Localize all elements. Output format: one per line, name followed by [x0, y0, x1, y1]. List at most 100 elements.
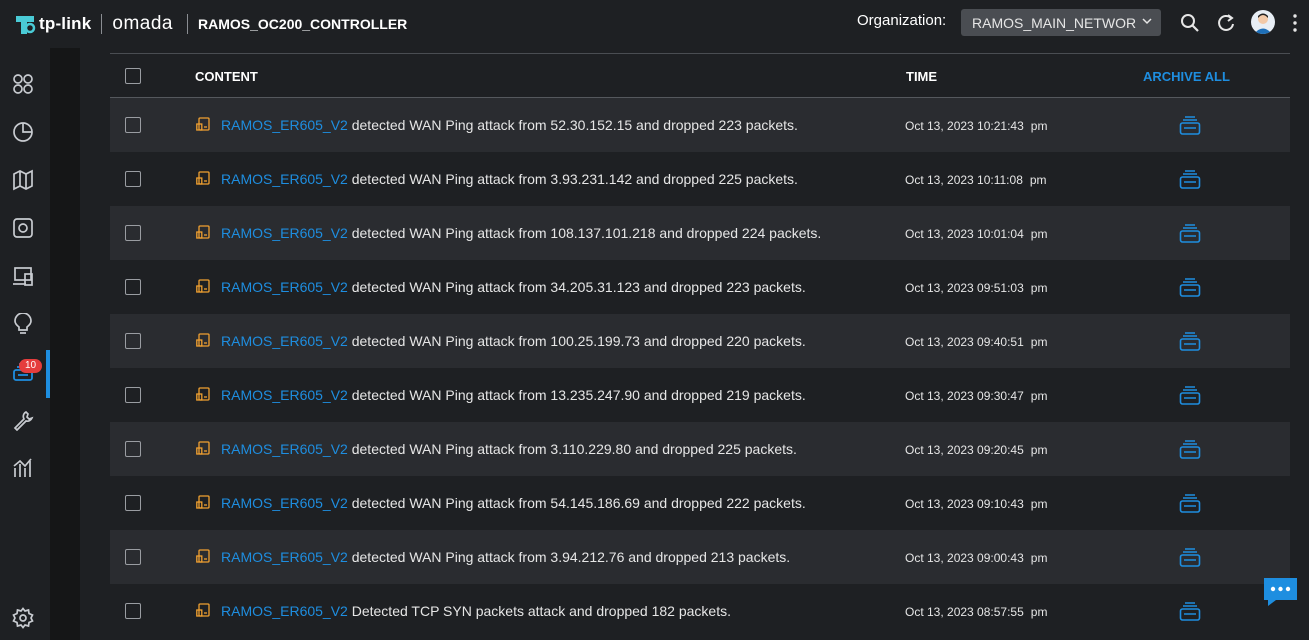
tp-link-logo: tp-link	[14, 12, 91, 36]
sidebar-item-insight[interactable]	[0, 302, 46, 346]
chevron-down-icon	[1142, 18, 1152, 25]
log-message: detected WAN Ping attack from 100.25.199…	[347, 333, 806, 349]
sidebar-item-logs[interactable]: 10	[0, 350, 50, 398]
log-ampm: pm	[1030, 389, 1048, 403]
table-row: RAMOS_ER605_V2 detected WAN Ping attack …	[110, 152, 1290, 206]
log-timestamp: Oct 13, 2023 09:00:43	[905, 551, 1024, 565]
log-time: Oct 13, 2023 10:11:08 pm	[905, 173, 1047, 187]
log-ampm: pm	[1030, 497, 1048, 511]
log-time: Oct 13, 2023 09:51:03 pm	[905, 281, 1047, 295]
log-ampm: pm	[1030, 605, 1048, 619]
log-ampm: pm	[1030, 551, 1048, 565]
row-checkbox[interactable]	[125, 441, 141, 457]
organization-select[interactable]: RAMOS_MAIN_NETWOR	[961, 9, 1161, 36]
log-ampm: pm	[1030, 281, 1048, 295]
log-time: Oct 13, 2023 09:00:43 pm	[905, 551, 1047, 565]
row-checkbox[interactable]	[125, 495, 141, 511]
log-timestamp: Oct 13, 2023 09:30:47	[905, 389, 1024, 403]
search-icon[interactable]	[1179, 12, 1201, 34]
table-row: RAMOS_ER605_V2 detected WAN Ping attack …	[110, 368, 1290, 422]
archive-icon[interactable]	[1179, 276, 1201, 298]
device-link[interactable]: RAMOS_ER605_V2	[221, 117, 348, 133]
reports-icon	[13, 458, 32, 477]
archive-icon[interactable]	[1179, 222, 1201, 244]
sidebar-item-dashboard[interactable]	[0, 62, 46, 106]
log-content: RAMOS_ER605_V2 Detected TCP SYN packets …	[221, 603, 731, 619]
sidebar-item-clients[interactable]	[0, 254, 46, 298]
log-content: RAMOS_ER605_V2 detected WAN Ping attack …	[221, 387, 806, 403]
brand-name: tp-link	[39, 14, 92, 33]
row-checkbox[interactable]	[125, 603, 141, 619]
gateway-device-icon	[196, 549, 210, 563]
device-link[interactable]: RAMOS_ER605_V2	[221, 603, 348, 619]
log-ampm: pm	[1029, 173, 1047, 187]
refresh-icon[interactable]	[1215, 12, 1237, 34]
insight-icon	[14, 313, 32, 334]
sidebar-item-reports[interactable]	[0, 446, 46, 490]
log-timestamp: Oct 13, 2023 09:20:45	[905, 443, 1024, 457]
log-content: RAMOS_ER605_V2 detected WAN Ping attack …	[221, 171, 798, 187]
sidebar-item-devices[interactable]	[0, 206, 46, 250]
archive-icon[interactable]	[1179, 114, 1201, 136]
row-checkbox[interactable]	[125, 279, 141, 295]
gateway-device-icon	[196, 171, 210, 185]
more-menu-icon[interactable]	[1293, 14, 1297, 32]
log-timestamp: Oct 13, 2023 09:51:03	[905, 281, 1024, 295]
logo-divider	[101, 14, 103, 34]
clients-icon	[13, 267, 33, 286]
row-checkbox[interactable]	[125, 225, 141, 241]
log-timestamp: Oct 13, 2023 10:01:04	[905, 227, 1024, 241]
log-message: detected WAN Ping attack from 3.93.231.1…	[347, 171, 798, 187]
device-link[interactable]: RAMOS_ER605_V2	[221, 441, 348, 457]
log-message: detected WAN Ping attack from 3.94.212.7…	[347, 549, 791, 565]
archive-icon[interactable]	[1179, 600, 1201, 622]
chat-icon[interactable]	[1262, 576, 1299, 608]
log-time: Oct 13, 2023 10:01:04 pm	[905, 227, 1047, 241]
row-checkbox[interactable]	[125, 387, 141, 403]
device-link[interactable]: RAMOS_ER605_V2	[221, 333, 348, 349]
sidebar-item-tools[interactable]	[0, 398, 46, 442]
log-content: RAMOS_ER605_V2 detected WAN Ping attack …	[221, 225, 821, 241]
row-checkbox[interactable]	[125, 333, 141, 349]
gateway-device-icon	[196, 441, 210, 455]
row-checkbox[interactable]	[125, 549, 141, 565]
select-all-checkbox[interactable]	[125, 68, 141, 84]
sidebar-item-settings[interactable]	[0, 596, 46, 640]
table-row: RAMOS_ER605_V2 detected WAN Ping attack …	[110, 314, 1290, 368]
log-ampm: pm	[1030, 443, 1048, 457]
avatar[interactable]	[1251, 10, 1275, 34]
row-checkbox[interactable]	[125, 171, 141, 187]
table-row: RAMOS_ER605_V2 detected WAN Ping attack …	[110, 530, 1290, 584]
archive-icon[interactable]	[1179, 168, 1201, 190]
log-timestamp: Oct 13, 2023 10:21:43	[905, 119, 1024, 133]
row-checkbox[interactable]	[125, 117, 141, 133]
sidebar-item-map[interactable]	[0, 158, 46, 202]
sidebar: 10	[0, 48, 50, 640]
column-header-content: CONTENT	[195, 69, 258, 84]
device-link[interactable]: RAMOS_ER605_V2	[221, 171, 348, 187]
log-message: Detected TCP SYN packets attack and drop…	[347, 603, 731, 619]
archive-icon[interactable]	[1179, 330, 1201, 352]
sidebar-item-statistics[interactable]	[0, 110, 46, 154]
log-time: Oct 13, 2023 09:10:43 pm	[905, 497, 1047, 511]
log-time: Oct 13, 2023 09:40:51 pm	[905, 335, 1047, 349]
devices-icon	[13, 218, 33, 238]
archive-icon[interactable]	[1179, 438, 1201, 460]
archive-icon[interactable]	[1179, 546, 1201, 568]
archive-icon[interactable]	[1179, 384, 1201, 406]
device-link[interactable]: RAMOS_ER605_V2	[221, 495, 348, 511]
table-row: RAMOS_ER605_V2 Detected TCP SYN packets …	[110, 584, 1290, 638]
gateway-device-icon	[196, 495, 210, 509]
device-link[interactable]: RAMOS_ER605_V2	[221, 225, 348, 241]
organization-value: RAMOS_MAIN_NETWOR	[972, 14, 1137, 31]
device-link[interactable]: RAMOS_ER605_V2	[221, 279, 348, 295]
table-row: RAMOS_ER605_V2 detected WAN Ping attack …	[110, 206, 1290, 260]
device-link[interactable]: RAMOS_ER605_V2	[221, 549, 348, 565]
archive-all-button[interactable]: ARCHIVE ALL	[1143, 69, 1230, 84]
archive-icon[interactable]	[1179, 492, 1201, 514]
log-content: RAMOS_ER605_V2 detected WAN Ping attack …	[221, 333, 806, 349]
device-link[interactable]: RAMOS_ER605_V2	[221, 387, 348, 403]
controller-name: RAMOS_OC200_CONTROLLER	[198, 16, 408, 32]
map-icon	[13, 169, 33, 191]
logo[interactable]: tp-link omada	[14, 0, 173, 48]
